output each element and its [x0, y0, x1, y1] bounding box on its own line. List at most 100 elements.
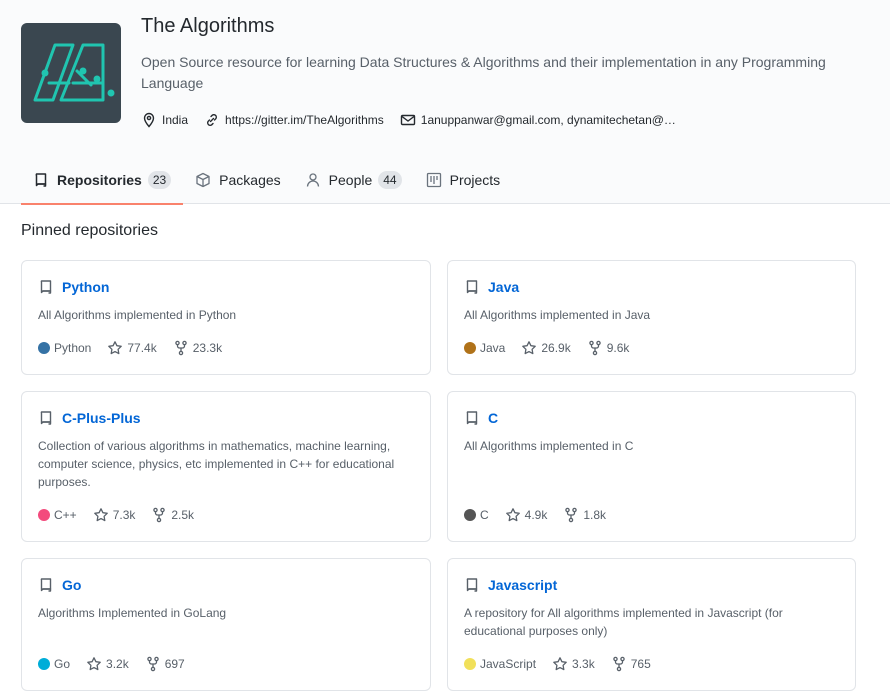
mail-icon	[400, 114, 415, 126]
star-icon	[93, 508, 108, 522]
org-location-text: India	[162, 113, 189, 127]
repo-icon	[40, 411, 52, 425]
repo-description: Algorithms Implemented in GoLang	[38, 606, 227, 620]
org-name: The Algorithms	[141, 15, 275, 37]
org-email[interactable]: 1anuppanwar@gmail.com, dynamitechetan@…	[400, 112, 676, 128]
repo-name-link[interactable]: C-Plus-Plus	[62, 410, 141, 426]
star-icon	[87, 657, 101, 671]
repo-stars-link[interactable]: 3.2k	[86, 656, 129, 672]
repo-stars-link[interactable]: 7.3k	[93, 507, 136, 523]
repo-description: All Algorithms implemented in Python	[38, 308, 237, 322]
tab-label: Packages	[219, 172, 281, 188]
tab-repositories[interactable]: Repositories 23	[21, 156, 184, 205]
pinned-title: Pinned repositories	[21, 222, 158, 239]
tab-people[interactable]: People 44	[293, 156, 414, 204]
tab-counter: 44	[378, 171, 402, 189]
repo-icon	[466, 578, 478, 592]
stars-count: 7.3k	[112, 508, 136, 522]
person-icon	[306, 173, 319, 187]
org-website-link[interactable]: https://gitter.im/TheAlgorithms	[225, 113, 384, 127]
package-icon	[196, 172, 210, 188]
forks-count: 1.8k	[583, 508, 607, 522]
language-name: Python	[54, 341, 92, 355]
repo-forks-link[interactable]: 9.6k	[587, 340, 630, 356]
repo-header: Python	[38, 279, 109, 295]
repo-forks-link[interactable]: 2.5k	[151, 507, 194, 523]
repo-name-link[interactable]: C	[488, 410, 498, 426]
repo-stats: Go 3.2k 697	[38, 656, 201, 672]
repo-icon	[40, 280, 52, 294]
language-color-dot	[38, 509, 50, 521]
fork-icon	[565, 507, 578, 523]
forks-count: 23.3k	[192, 341, 223, 355]
repo-language: C++	[38, 508, 77, 522]
stars-count: 77.4k	[127, 341, 157, 355]
pinned-repo-card-go: Go Algorithms Implemented in GoLang Go 3…	[21, 558, 431, 691]
repo-stars-link[interactable]: 4.9k	[505, 507, 547, 523]
star-icon	[522, 341, 537, 355]
repo-header: C	[464, 410, 498, 426]
repo-name-link[interactable]: Go	[62, 577, 81, 593]
pinned-repo-card-javascript: Javascript A repository for All algorith…	[447, 558, 856, 691]
tab-projects[interactable]: Projects	[414, 156, 513, 204]
pinned-repo-card-python: Python All Algorithms implemented in Pyt…	[21, 260, 431, 375]
repo-icon	[40, 578, 52, 592]
tab-label: People	[328, 172, 373, 188]
stars-count: 26.9k	[541, 341, 571, 355]
fork-icon	[174, 340, 187, 356]
language-name: Java	[480, 341, 506, 355]
location-icon	[143, 112, 155, 128]
tab-label: Repositories	[57, 172, 142, 188]
repo-forks-link[interactable]: 23.3k	[173, 340, 222, 356]
pinned-repo-card-c-plus-plus: C-Plus-Plus Collection of various algori…	[21, 391, 431, 542]
forks-count: 9.6k	[606, 341, 630, 355]
language-name: C++	[54, 508, 77, 522]
org-meta: India https://gitter.im/TheAlgorithms 1a…	[141, 110, 692, 130]
forks-count: 697	[164, 657, 185, 671]
repo-stars-link[interactable]: 77.4k	[107, 340, 157, 356]
forks-count: 2.5k	[171, 508, 195, 522]
org-email-text[interactable]: 1anuppanwar@gmail.com, dynamitechetan@…	[421, 113, 676, 127]
repo-language: Python	[38, 341, 91, 355]
repo-icon	[35, 173, 47, 187]
repo-icon	[466, 280, 478, 294]
org-website[interactable]: https://gitter.im/TheAlgorithms	[204, 112, 384, 128]
pinned-repo-card-c: C All Algorithms implemented in C C 4.9k…	[447, 391, 856, 542]
link-icon	[207, 114, 217, 126]
star-icon	[108, 341, 123, 355]
algorithms-logo-icon	[33, 43, 115, 102]
language-name: JavaScript	[480, 657, 537, 671]
repo-header: Java	[464, 279, 519, 295]
repo-stars-link[interactable]: 26.9k	[521, 340, 571, 356]
repo-header: C-Plus-Plus	[38, 410, 141, 426]
project-icon	[426, 172, 441, 188]
language-name: Go	[54, 657, 71, 671]
forks-count: 765	[630, 657, 651, 671]
language-color-dot	[38, 658, 50, 670]
repo-language: JavaScript	[464, 657, 536, 671]
repo-language: Java	[464, 341, 505, 355]
language-color-dot	[464, 658, 476, 670]
language-color-dot	[464, 509, 476, 521]
tab-packages[interactable]: Packages	[183, 156, 292, 204]
repo-forks-link[interactable]: 765	[611, 656, 651, 672]
language-color-dot	[38, 342, 50, 354]
org-location: India	[141, 112, 188, 128]
tab-label: Projects	[449, 172, 501, 188]
repo-stats: Java 26.9k 9.6k	[464, 340, 645, 356]
repo-forks-link[interactable]: 1.8k	[563, 507, 606, 523]
star-icon	[553, 657, 567, 671]
org-avatar[interactable]	[21, 23, 121, 123]
repo-forks-link[interactable]: 697	[145, 656, 185, 672]
repo-name-link[interactable]: Java	[488, 279, 519, 295]
fork-icon	[612, 656, 625, 672]
language-name: C	[480, 508, 489, 522]
repo-stats: C 4.9k 1.8k	[464, 507, 622, 523]
org-nav-tabs: Repositories 23 Packages People 44 Proje…	[21, 156, 513, 205]
repo-header: Javascript	[464, 577, 557, 593]
repo-stars-link[interactable]: 3.3k	[552, 656, 595, 672]
repo-stats: C++ 7.3k 2.5k	[38, 507, 210, 523]
repo-name-link[interactable]: Javascript	[488, 577, 557, 593]
repo-name-link[interactable]: Python	[62, 279, 109, 295]
repo-language: C	[464, 508, 489, 522]
